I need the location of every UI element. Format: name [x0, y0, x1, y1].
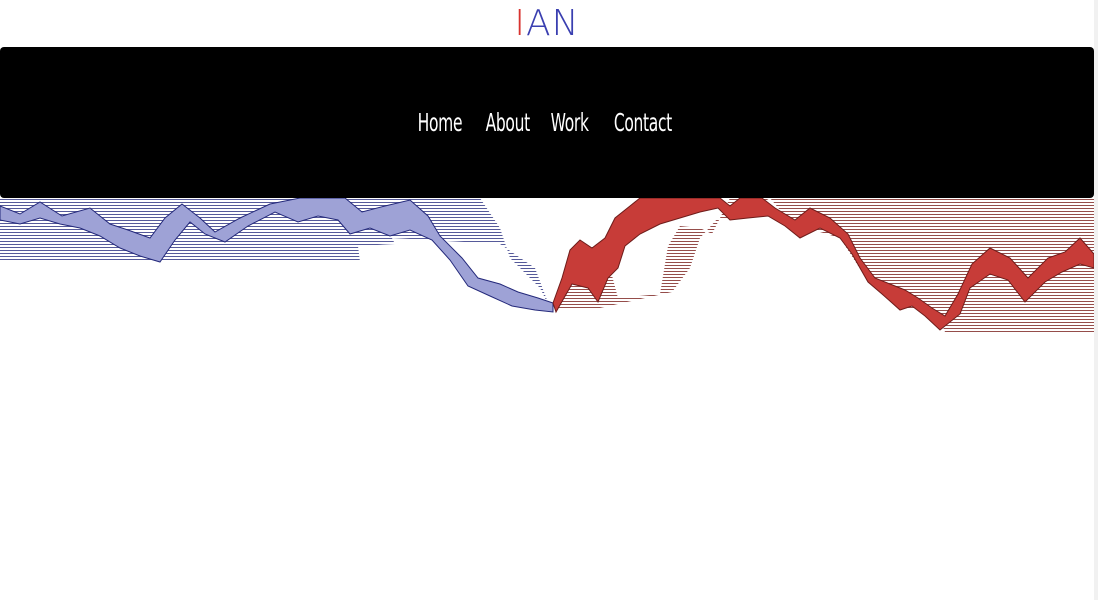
nav-menu: Home About Work Contact	[0, 47, 1094, 198]
nav-about-link[interactable]: About	[485, 108, 530, 137]
main-navbar: Home About Work Contact	[0, 47, 1094, 198]
logo-letters-an: AN	[526, 3, 580, 44]
nav-contact-link[interactable]: Contact	[614, 108, 672, 137]
nav-work-link[interactable]: Work	[551, 108, 589, 137]
site-logo[interactable]: IAN	[0, 4, 1094, 44]
nav-home-link[interactable]: Home	[417, 108, 462, 137]
hero-ribbon-art	[0, 198, 1094, 332]
page-scrollbar[interactable]	[1094, 0, 1098, 600]
logo-letter-i: I	[514, 3, 527, 44]
